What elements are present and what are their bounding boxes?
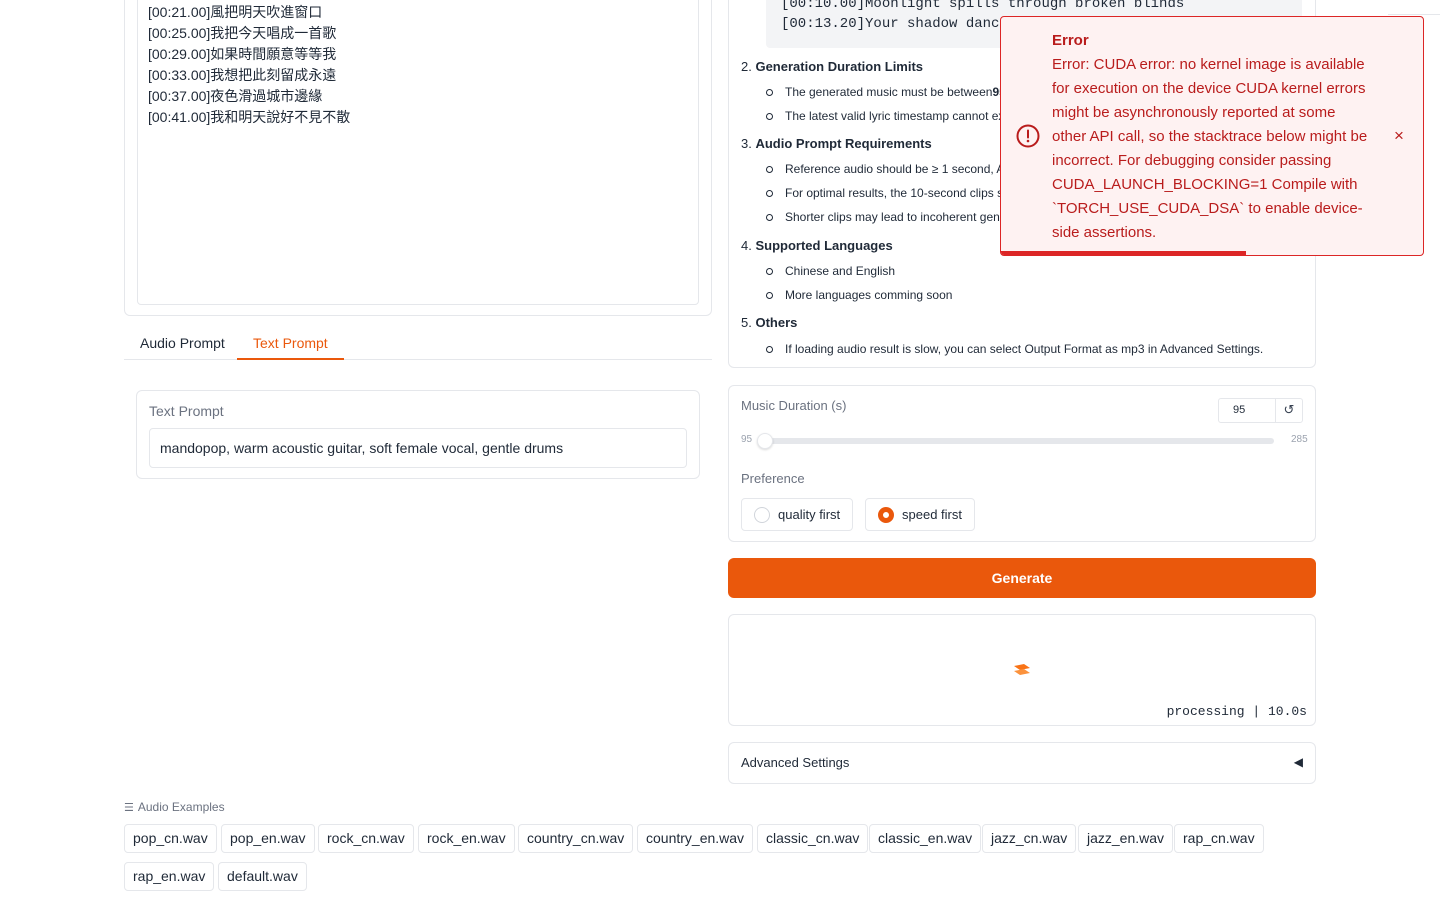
audio-output-panel: processing | 10.0s xyxy=(728,614,1316,726)
bullet-item: For optimal results, the 10-second clips… xyxy=(766,186,1010,200)
error-message: Error: CUDA error: no kernel image is av… xyxy=(1052,56,1368,241)
text-prompt-input[interactable]: mandopop, warm acoustic guitar, soft fem… xyxy=(149,428,687,468)
prompt-tabs: Audio Prompt Text Prompt xyxy=(124,328,712,360)
lyric-line: [00:33.00]我想把此刻留成永遠 xyxy=(148,67,337,83)
reset-icon[interactable]: ↺ xyxy=(1275,398,1303,423)
section-title: 3. Audio Prompt Requirements xyxy=(741,136,932,151)
list-icon: ☰ xyxy=(124,801,134,814)
music-duration-label: Music Duration (s) xyxy=(741,398,847,413)
audio-examples-header: ☰ Audio Examples xyxy=(124,800,225,814)
section-title: 2. Generation Duration Limits xyxy=(741,59,924,74)
lyrics-panel: [00:21.00]風把明天吹進窗口 [00:25.00]我把今天唱成一首歌 [… xyxy=(124,0,712,316)
audio-examples-label: Audio Examples xyxy=(137,800,225,814)
loading-spinner-icon xyxy=(1014,664,1030,675)
text-prompt-panel: Text Prompt mandopop, warm acoustic guit… xyxy=(136,390,700,479)
tab-audio-prompt[interactable]: Audio Prompt xyxy=(124,328,241,360)
example-button[interactable]: rap_cn.wav xyxy=(1174,824,1264,853)
advanced-settings-label: Advanced Settings xyxy=(741,755,850,770)
example-button[interactable]: classic_cn.wav xyxy=(757,824,869,853)
radio-dot xyxy=(754,507,770,523)
tab-text-prompt[interactable]: Text Prompt xyxy=(237,328,344,360)
lyric-line: [00:21.00]風把明天吹進窗口 xyxy=(148,4,323,20)
radio-quality-first[interactable]: quality first xyxy=(741,498,854,531)
example-button[interactable]: rock_cn.wav xyxy=(318,824,414,853)
bullet-item: Reference audio should be ≥ 1 second, Au xyxy=(766,162,1011,176)
radio-label: speed first xyxy=(902,507,962,522)
bullet-item: More languages comming soon xyxy=(766,288,952,302)
settings-panel: Music Duration (s) 95 ↺ 95 285 Preferenc… xyxy=(728,385,1316,542)
bullet-item: The latest valid lyric timestamp cannot … xyxy=(766,109,1004,123)
lyric-line: [00:25.00]我把今天唱成一首歌 xyxy=(148,25,337,41)
example-button[interactable]: jazz_cn.wav xyxy=(982,824,1077,853)
radio-speed-first[interactable]: speed first xyxy=(865,498,975,531)
example-button[interactable]: pop_cn.wav xyxy=(124,824,217,853)
code-line: [00:10.00]Moonlight spills through broke… xyxy=(781,0,1185,12)
section-title: 4. Supported Languages xyxy=(741,238,893,253)
bullet-item: Shorter clips may lead to incoherent gen… xyxy=(766,210,1006,224)
error-title: Error xyxy=(1052,32,1089,49)
bullet-item: If loading audio result is slow, you can… xyxy=(766,342,1263,356)
example-button[interactable]: rap_en.wav xyxy=(124,862,215,891)
example-button[interactable]: country_cn.wav xyxy=(518,824,634,853)
error-alert-icon xyxy=(1016,124,1040,148)
preference-label: Preference xyxy=(741,471,805,486)
radio-dot xyxy=(878,507,894,523)
music-duration-slider[interactable] xyxy=(757,433,1274,449)
radio-label: quality first xyxy=(778,507,841,522)
slider-thumb[interactable] xyxy=(757,433,773,449)
example-button[interactable]: jazz_en.wav xyxy=(1078,824,1174,853)
example-button[interactable]: pop_en.wav xyxy=(221,824,315,853)
text-prompt-label: Text Prompt xyxy=(149,403,224,419)
lyric-line: [00:29.00]如果時間願意等等我 xyxy=(148,46,337,62)
bullet-item: The generated music must be between 95 xyxy=(766,85,1006,99)
example-button[interactable]: country_en.wav xyxy=(637,824,754,853)
generate-button[interactable]: Generate xyxy=(728,558,1316,598)
slider-min-label: 95 xyxy=(741,434,753,445)
bullet-item: Chinese and English xyxy=(766,264,895,278)
slider-max-label: 285 xyxy=(1291,434,1308,445)
caret-left-icon: ◀ xyxy=(1293,755,1303,769)
processing-status: processing | 10.0s xyxy=(1166,704,1307,719)
section-title: 5. Others xyxy=(741,315,798,330)
error-timer-bar xyxy=(1001,251,1246,255)
lyrics-textarea[interactable]: [00:21.00]風把明天吹進窗口 [00:25.00]我把今天唱成一首歌 [… xyxy=(137,0,699,305)
error-toast: Error Error: CUDA error: no kernel image… xyxy=(1000,16,1424,256)
music-duration-input[interactable]: 95 xyxy=(1218,398,1276,423)
lyric-line: [00:37.00]夜色滑過城市邊緣 xyxy=(148,88,323,104)
example-button[interactable]: default.wav xyxy=(218,862,307,891)
example-button[interactable]: classic_en.wav xyxy=(869,824,982,853)
close-icon[interactable]: × xyxy=(1394,126,1404,146)
lyric-line: [00:41.00]我和明天說好不見不散 xyxy=(148,109,351,125)
advanced-settings-accordion[interactable]: Advanced Settings ◀ xyxy=(728,742,1316,784)
example-button[interactable]: rock_en.wav xyxy=(418,824,515,853)
